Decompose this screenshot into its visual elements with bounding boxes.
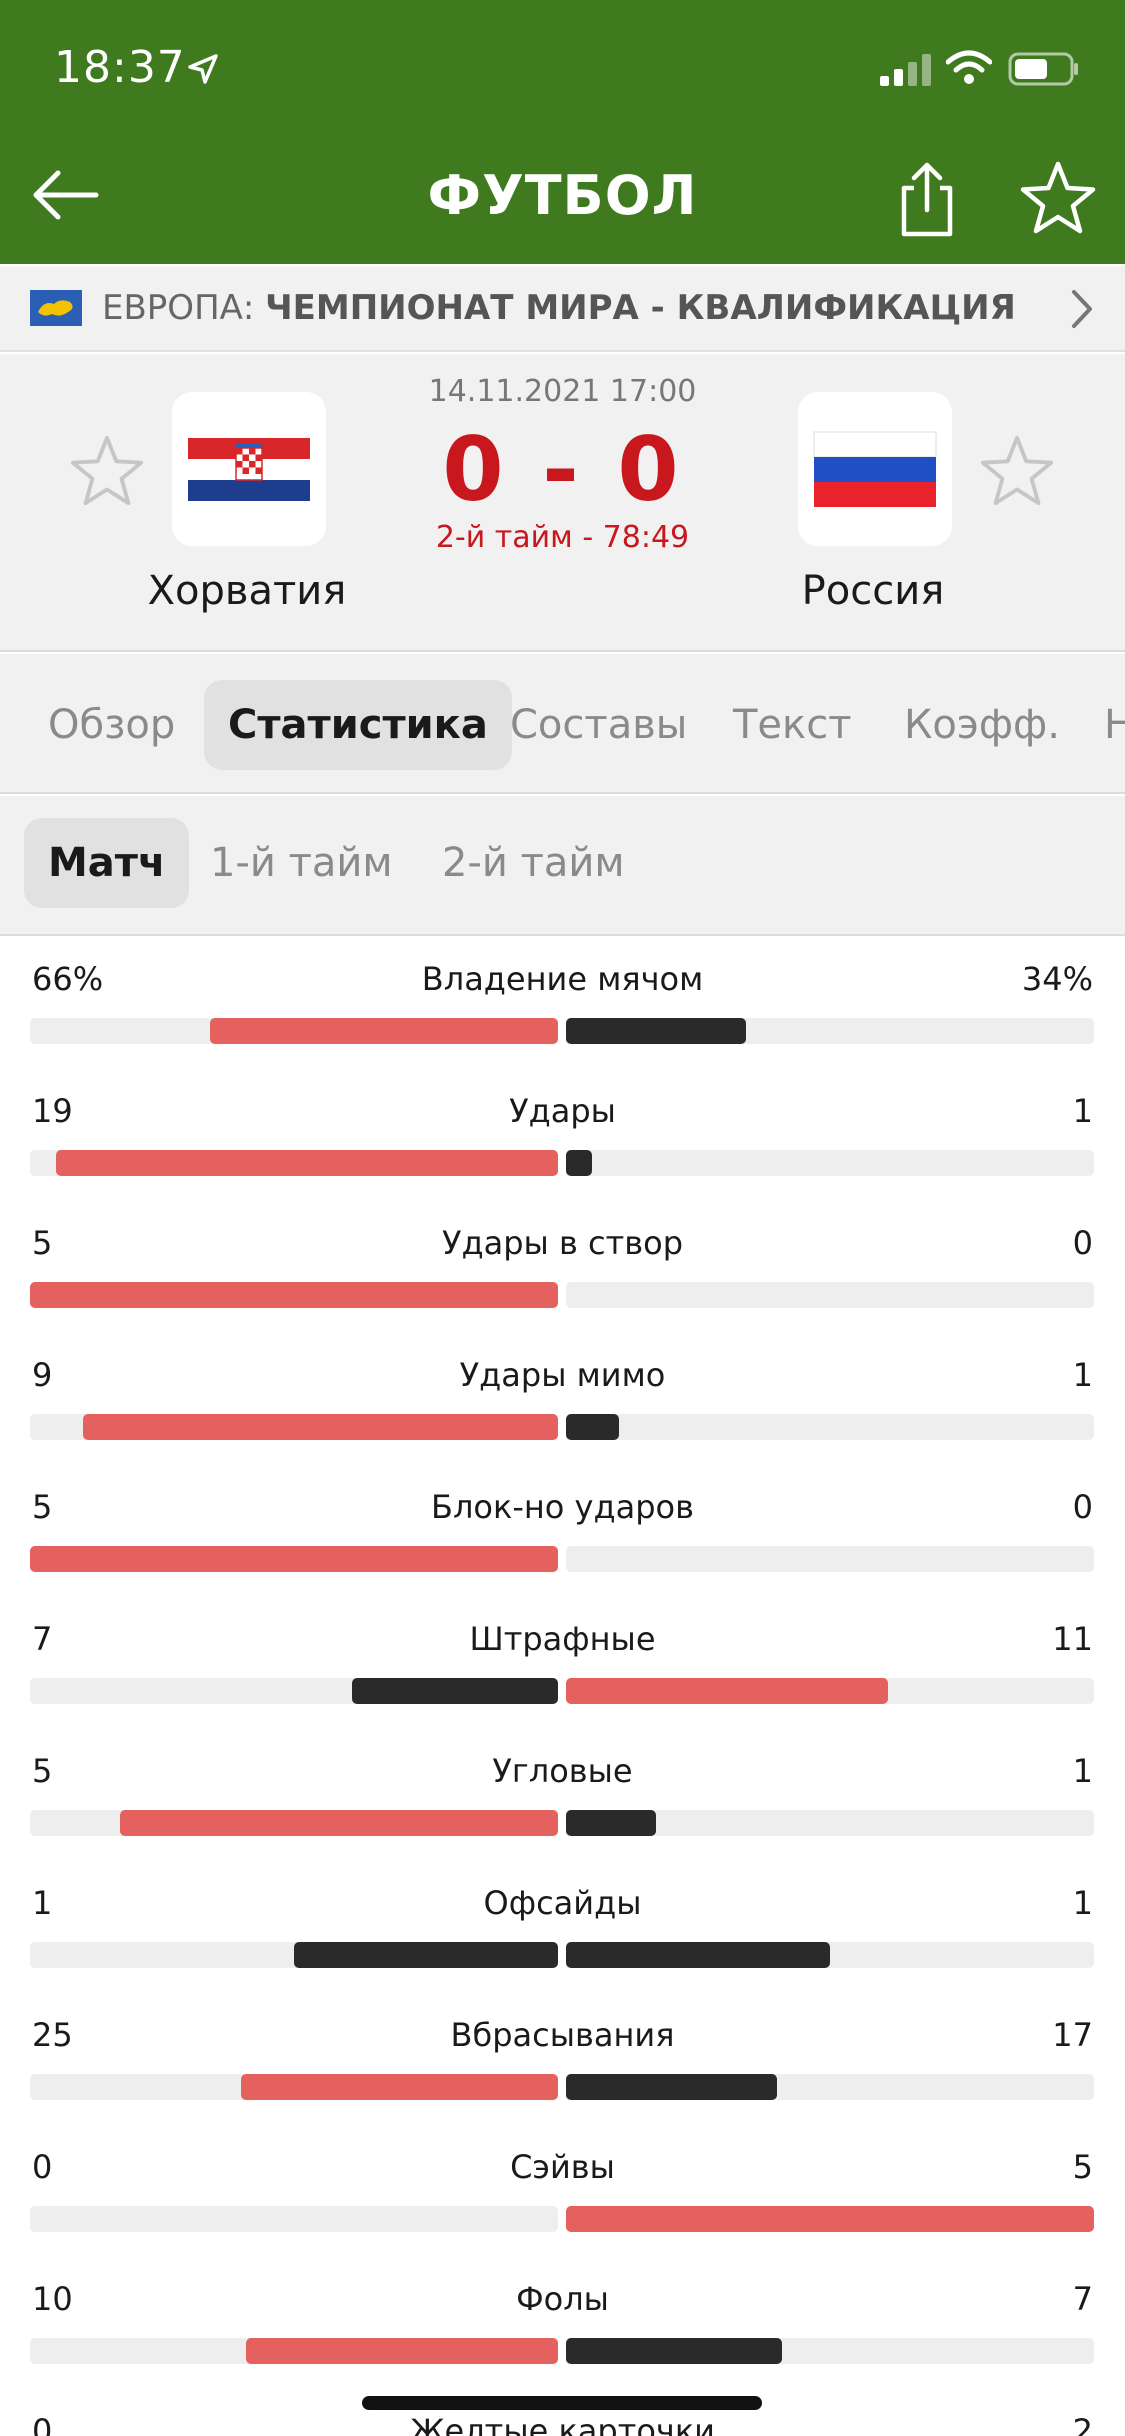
stat-home-bar	[120, 1810, 558, 1836]
stat-away-value: 11	[1052, 1620, 1093, 1658]
match-tabs: Обзор Статистика Составы Текст Коэфф. Н	[0, 654, 1125, 794]
stat-away-track	[566, 1546, 1094, 1572]
stat-label: Угловые	[492, 1752, 633, 1790]
stat-away-value: 1	[1072, 1092, 1093, 1130]
stat-away-bar	[566, 1150, 592, 1176]
subtab-first-half[interactable]: 1-й тайм	[186, 818, 417, 908]
chevron-right-icon[interactable]	[1062, 286, 1102, 332]
stat-away-value: 1	[1072, 1884, 1093, 1922]
subtab-second-half[interactable]: 2-й тайм	[418, 818, 649, 908]
stat-away-bar	[566, 1678, 888, 1704]
stat-away-value: 2	[1072, 2412, 1093, 2436]
stat-label: Владение мячом	[421, 960, 704, 998]
stat-away-track	[566, 1282, 1094, 1308]
stat-home-bar	[210, 1018, 558, 1044]
stat-home-bar	[241, 2074, 558, 2100]
stat-row: 19 Удары 1	[0, 1070, 1125, 1202]
stat-label: Удары в створ	[442, 1224, 683, 1262]
match-datetime: 14.11.2021 17:00	[428, 374, 697, 409]
subtab-match[interactable]: Матч	[24, 818, 190, 908]
russia-flag-icon	[813, 431, 937, 507]
stat-label: Удары мимо	[459, 1356, 666, 1394]
app-header: 18:37 ФУТБОЛ	[0, 0, 1125, 264]
home-indicator[interactable]	[362, 2396, 762, 2410]
stat-home-bar	[246, 2338, 558, 2364]
signal-icon	[880, 54, 931, 86]
period-tabs: Матч 1-й тайм 2-й тайм	[0, 796, 1125, 936]
stat-label: Желтые карточки	[410, 2412, 715, 2436]
share-icon[interactable]	[892, 160, 962, 240]
tab-odds[interactable]: Коэфф.	[880, 680, 1084, 770]
competition-region: ЕВРОПА:	[102, 288, 255, 328]
stat-away-bar	[566, 1414, 619, 1440]
tab-statistics[interactable]: Статистика	[204, 680, 512, 770]
stat-home-bar	[83, 1414, 558, 1440]
europe-flag-icon	[30, 290, 82, 326]
away-favorite-star-icon[interactable]	[980, 434, 1054, 508]
stat-home-bar	[30, 1546, 558, 1572]
away-team-flag[interactable]	[798, 392, 952, 546]
away-team-name[interactable]: Россия	[723, 568, 1023, 614]
stat-away-value: 17	[1052, 2016, 1093, 2054]
competition-bar[interactable]: ЕВРОПА: ЧЕМПИОНАТ МИРА - КВАЛИФИКАЦИЯ	[0, 266, 1125, 352]
match-score: 0 - 0	[442, 418, 683, 521]
stat-label: Фолы	[516, 2280, 609, 2318]
stat-away-value: 1	[1072, 1356, 1093, 1394]
tab-overview[interactable]: Обзор	[24, 680, 199, 770]
stat-row: 5 Блок-но ударов 0	[0, 1466, 1125, 1598]
stat-label: Офсайды	[483, 1884, 642, 1922]
stat-home-track	[30, 2206, 558, 2232]
stat-away-bar	[566, 1810, 656, 1836]
tab-lineups[interactable]: Составы	[486, 680, 711, 770]
stat-row: 5 Удары в створ 0	[0, 1202, 1125, 1334]
stat-away-value: 5	[1072, 2148, 1093, 2186]
stat-row: 9 Удары мимо 1	[0, 1334, 1125, 1466]
stat-home-bar	[30, 1282, 558, 1308]
stat-away-bar	[566, 2074, 777, 2100]
stat-away-value: 7	[1072, 2280, 1093, 2318]
stat-away-value: 0	[1072, 1224, 1093, 1262]
match-header: Хорватия 14.11.2021 17:00 0 - 0 2-й тайм…	[0, 354, 1125, 652]
stat-label: Сэйвы	[510, 2148, 615, 2186]
stat-row: 10 Фолы 7	[0, 2258, 1125, 2390]
stat-row: 5 Угловые 1	[0, 1730, 1125, 1862]
stat-away-track	[566, 1414, 1094, 1440]
stat-label: Вбрасывания	[450, 2016, 675, 2054]
match-period: 2-й тайм - 78:49	[435, 520, 690, 555]
favorite-star-icon[interactable]	[1020, 160, 1096, 236]
stat-home-bar	[294, 1942, 558, 1968]
stat-away-bar	[566, 1018, 746, 1044]
location-arrow-icon	[188, 54, 218, 84]
stat-row: 66% Владение мячом 34%	[0, 938, 1125, 1070]
battery-icon	[1008, 52, 1078, 86]
competition-title: ЕВРОПА: ЧЕМПИОНАТ МИРА - КВАЛИФИКАЦИЯ	[102, 288, 1016, 328]
tab-text[interactable]: Текст	[709, 680, 876, 770]
stat-row: 25 Вбрасывания 17	[0, 1994, 1125, 2126]
stat-home-bar	[352, 1678, 558, 1704]
stat-away-value: 1	[1072, 1752, 1093, 1790]
status-time: 18:37	[54, 42, 186, 93]
stat-row: 7 Штрафные 11	[0, 1598, 1125, 1730]
stat-away-value: 0	[1072, 1488, 1093, 1526]
stat-row: 0 Сэйвы 5	[0, 2126, 1125, 2258]
stat-away-bar	[566, 2206, 1094, 2232]
stat-home-bar	[56, 1150, 558, 1176]
stat-away-track	[566, 1150, 1094, 1176]
wifi-icon	[946, 50, 992, 84]
stat-label: Блок-но ударов	[431, 1488, 694, 1526]
stat-label: Штрафные	[469, 1620, 656, 1658]
home-team-name[interactable]: Хорватия	[97, 568, 397, 614]
stat-away-bar	[566, 2338, 782, 2364]
stat-away-value: 34%	[1021, 960, 1093, 998]
stat-row: 1 Офсайды 1	[0, 1862, 1125, 1994]
tab-next[interactable]: Н	[1080, 680, 1125, 770]
stat-label: Удары	[509, 1092, 616, 1130]
competition-name: ЧЕМПИОНАТ МИРА - КВАЛИФИКАЦИЯ	[265, 288, 1016, 328]
stat-away-bar	[566, 1942, 830, 1968]
